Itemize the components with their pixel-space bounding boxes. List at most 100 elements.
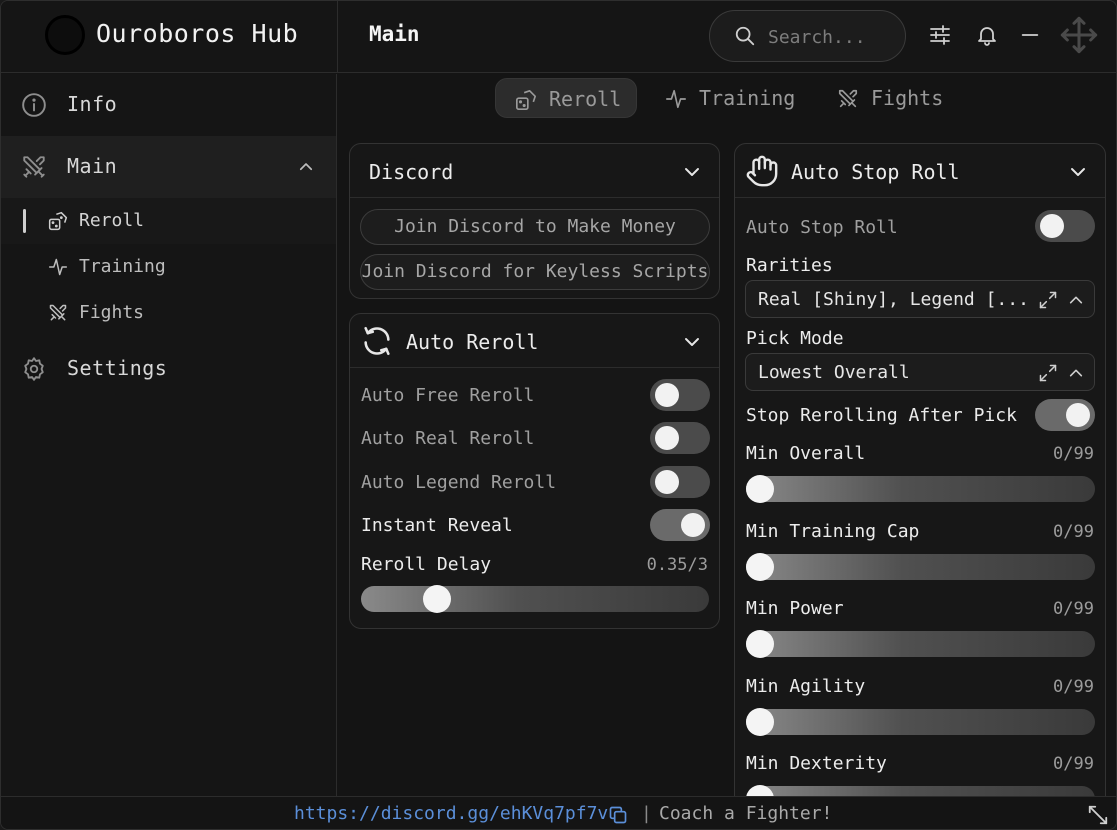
move-icon[interactable] (1059, 15, 1099, 55)
expand-icon[interactable] (1038, 290, 1058, 310)
sidebar-subitem-fights[interactable]: Fights (1, 290, 336, 336)
chevron-down-icon[interactable] (681, 163, 703, 181)
tab-label: Fights (871, 86, 944, 110)
slider-handle[interactable] (746, 630, 774, 658)
toggle-label: Auto Free Reroll (361, 385, 535, 406)
auto-stop-roll-toggle[interactable] (1035, 210, 1095, 242)
slider-value: 0/99 (1053, 599, 1094, 619)
slider-label: Min Training Cap (746, 521, 920, 542)
instant-reveal-toggle[interactable] (650, 509, 710, 541)
footer-separator: | (641, 803, 652, 824)
discord-link[interactable]: https://discord.gg/ehKVq7pf7v (294, 803, 608, 824)
sidebar-item-label: Settings (67, 356, 168, 380)
tab-training[interactable]: Training (646, 78, 806, 118)
pick-mode-dropdown[interactable]: Lowest Overall (745, 353, 1095, 391)
swords-icon (838, 89, 858, 108)
toggle-knob (655, 470, 679, 494)
auto-free-reroll-toggle[interactable] (650, 379, 710, 411)
sidebar-item-label: Info (67, 92, 118, 116)
sidebar-subitem-label: Fights (79, 302, 145, 323)
page-title: Main (369, 22, 420, 46)
discord-panel: Discord Join Discord to Make Money Join … (349, 143, 720, 299)
sidebar-subitem-reroll[interactable]: Reroll (1, 198, 336, 244)
auto-legend-reroll-toggle[interactable] (650, 466, 710, 498)
chevron-up-icon[interactable] (1068, 365, 1084, 381)
dice-icon (48, 211, 68, 231)
app-title: Ouroboros Hub (96, 19, 299, 48)
slider-handle[interactable] (746, 475, 774, 503)
hand-icon (746, 155, 778, 187)
copy-icon[interactable] (608, 805, 628, 825)
min-agility-slider[interactable] (746, 708, 1095, 736)
panel-title: Discord (369, 160, 454, 184)
slider-value: 0/99 (1053, 444, 1094, 464)
toggle-label: Instant Reveal (361, 515, 513, 536)
rarities-dropdown[interactable]: Real [Shiny], Legend [... (745, 280, 1095, 318)
toggle-knob (655, 383, 679, 407)
chevron-up-icon[interactable] (1068, 292, 1084, 308)
refresh-icon (364, 326, 390, 356)
rarities-label: Rarities (746, 255, 833, 276)
panel-header[interactable]: Auto Stop Roll (735, 144, 1105, 198)
toggle-label: Auto Legend Reroll (361, 472, 557, 493)
activity-icon (48, 258, 68, 276)
search-icon (735, 26, 755, 46)
panel-title: Auto Stop Roll (791, 160, 960, 184)
min-training-cap-slider[interactable] (746, 553, 1095, 581)
slider-value: 0/99 (1053, 522, 1094, 542)
sidebar: Info Main Reroll Training Fights Setting… (1, 74, 337, 796)
slider-label: Min Overall (746, 443, 866, 464)
search-input[interactable] (768, 23, 893, 51)
dice-icon (516, 90, 536, 110)
tab-label: Reroll (549, 87, 622, 111)
slider-label: Min Dexterity (746, 753, 887, 774)
toggle-knob (655, 426, 679, 450)
chevron-down-icon[interactable] (1067, 163, 1089, 181)
auto-real-reroll-toggle[interactable] (650, 422, 710, 454)
activity-icon (666, 89, 686, 109)
slider-handle[interactable] (423, 585, 452, 613)
slider-label: Min Power (746, 598, 844, 619)
tab-fights[interactable]: Fights (818, 78, 958, 118)
sidebar-item-main[interactable]: Main (1, 136, 336, 198)
footer-bar: https://discord.gg/ehKVq7pf7v | Coach a … (1, 796, 1116, 829)
toggle-label: Auto Real Reroll (361, 428, 535, 449)
chevron-down-icon[interactable] (681, 333, 703, 351)
join-discord-keyless-button[interactable]: Join Discord for Keyless Scripts (360, 254, 710, 290)
stop-rerolling-toggle[interactable] (1035, 399, 1095, 431)
bell-icon[interactable] (975, 19, 999, 51)
slider-handle[interactable] (746, 708, 774, 736)
sidebar-subitem-label: Reroll (79, 210, 145, 231)
toggle-label: Auto Stop Roll (746, 217, 898, 238)
swords-icon (49, 304, 67, 321)
expand-icon[interactable] (1038, 363, 1058, 383)
slider-label: Min Agility (746, 676, 866, 697)
slider-handle[interactable] (746, 553, 774, 581)
toggle-knob (1040, 214, 1064, 238)
slider-value: 0/99 (1053, 677, 1094, 697)
panel-title: Auto Reroll (406, 330, 539, 354)
logo (45, 15, 85, 55)
min-power-slider[interactable] (746, 630, 1095, 658)
sidebar-item-info[interactable]: Info (1, 74, 336, 136)
sliders-icon[interactable] (928, 19, 952, 51)
sidebar-item-settings[interactable]: Settings (1, 338, 336, 400)
slider-label: Reroll Delay (361, 554, 492, 575)
min-overall-slider[interactable] (746, 475, 1095, 503)
search-box[interactable] (709, 10, 906, 62)
sidebar-subitem-training[interactable]: Training (1, 244, 336, 290)
join-discord-money-button[interactable]: Join Discord to Make Money (360, 209, 710, 245)
panel-header[interactable]: Auto Reroll (350, 314, 719, 368)
resize-icon[interactable] (1087, 804, 1109, 826)
toggle-knob (1066, 403, 1090, 427)
reroll-delay-slider[interactable] (361, 585, 709, 613)
tab-reroll[interactable]: Reroll (495, 78, 637, 118)
panel-header[interactable]: Discord (350, 144, 719, 198)
minimize-icon[interactable] (1019, 19, 1041, 51)
swords-icon (23, 156, 45, 178)
auto-stop-roll-panel: Auto Stop Roll Auto Stop Roll Rarities R… (734, 143, 1106, 829)
toggle-label: Stop Rerolling After Pick (746, 405, 1017, 426)
title-bar[interactable]: Ouroboros Hub Main (1, 1, 1116, 73)
tab-label: Training (699, 86, 796, 110)
chevron-up-icon[interactable] (297, 158, 315, 176)
